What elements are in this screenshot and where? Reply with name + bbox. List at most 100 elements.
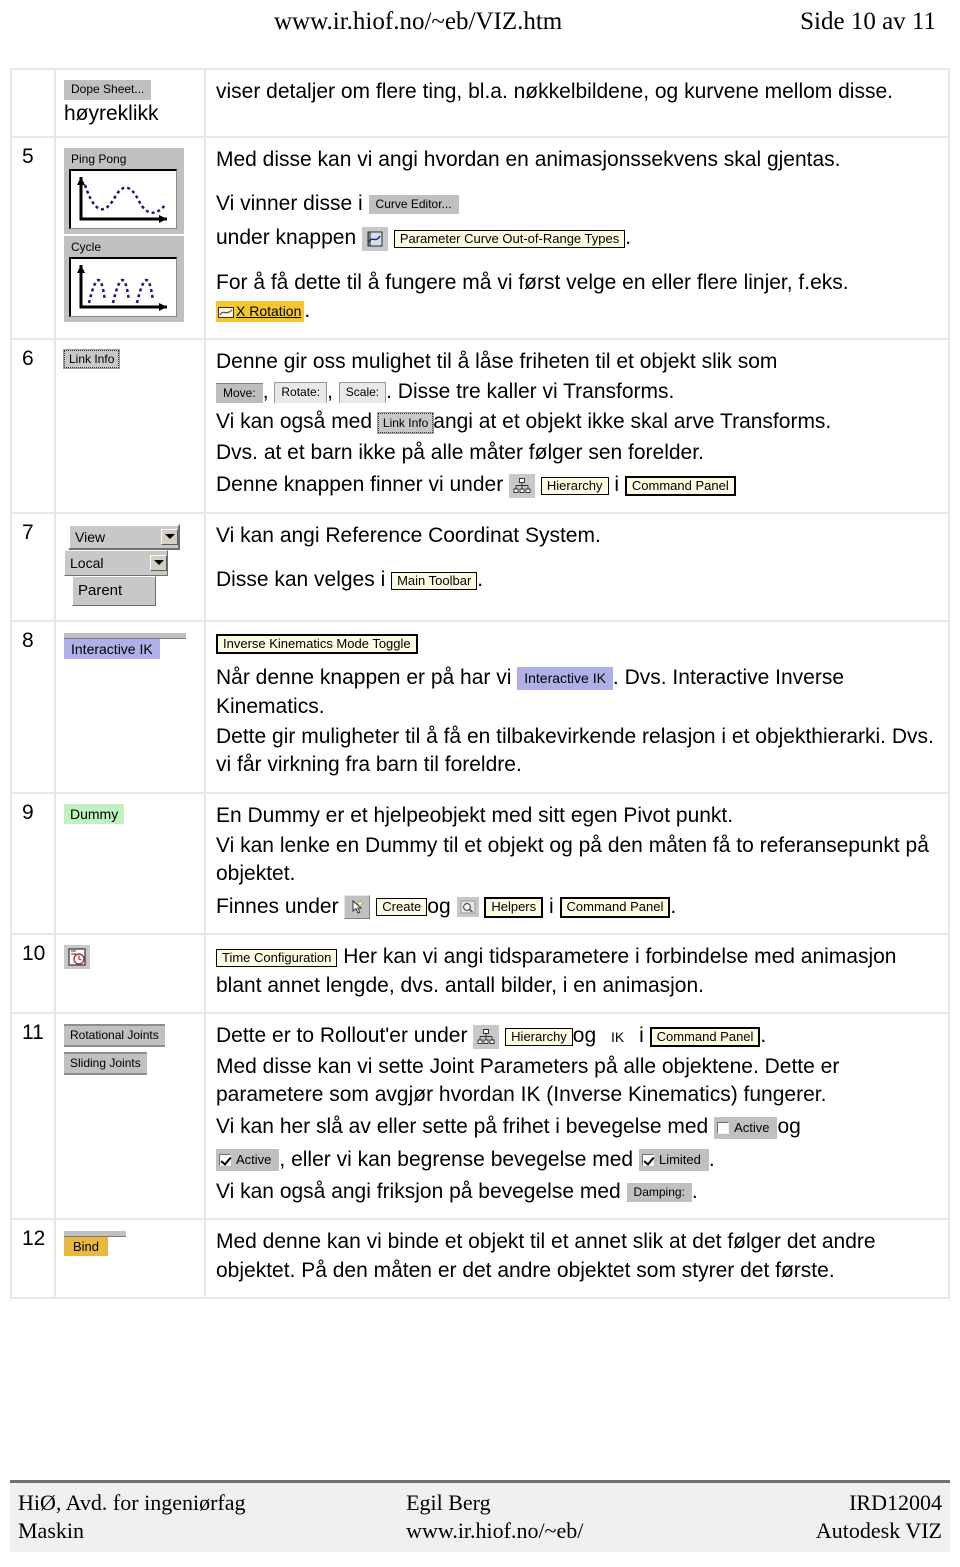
- chevron-down-icon[interactable]: [150, 554, 167, 571]
- curve-editor-button[interactable]: Curve Editor...: [368, 194, 459, 215]
- separator-i: i: [614, 473, 620, 497]
- table-row: 10 Time Configuration Her kan vi angi ti…: [12, 935, 948, 1015]
- ik-tab-wrap: IK: [602, 1022, 633, 1050]
- row-icon-cell: Bind: [56, 1220, 206, 1298]
- row-number: 5: [12, 137, 56, 338]
- dummy-button[interactable]: Dummy: [64, 803, 125, 824]
- x-rotation-track[interactable]: X Rotation: [216, 301, 305, 323]
- param-curve-trailing-period: .: [625, 226, 632, 250]
- curve-editor-lead-text: Vi vinner disse i: [216, 192, 363, 216]
- coordinate-system-dropdowns: View Local Parent: [64, 523, 194, 610]
- table-row: 9 Dummy En Dummy er et hjelpeobjekt med …: [12, 793, 948, 936]
- row-paragraph: Vi vinner disse i Curve Editor...: [216, 190, 936, 218]
- comma-2: ,: [327, 380, 333, 404]
- row-paragraph: Denne knappen finner vi under Hierarchy …: [216, 471, 936, 500]
- limited-checkbox-checked[interactable]: Limited: [638, 1149, 709, 1172]
- row-text-cell: Med disse kan vi angi hvordan en animasj…: [206, 138, 948, 338]
- row-number: 6: [12, 339, 56, 512]
- row-paragraph: Vi kan angi Reference Coordinat System.: [216, 523, 601, 547]
- limited-trailing-period: .: [708, 1147, 715, 1171]
- create-tab-icon[interactable]: [344, 895, 371, 920]
- row-text-cell: Vi kan angi Reference Coordinat System. …: [206, 514, 948, 620]
- command-panel-tooltip: Command Panel: [624, 475, 736, 497]
- row-number: 11: [12, 1014, 56, 1219]
- row-paragraph: Dette er to Rollout'er under Hierarchy o…: [216, 1022, 936, 1051]
- ik-tab-label[interactable]: IK: [602, 1028, 633, 1047]
- time-configuration-tooltip: Time Configuration: [216, 948, 338, 968]
- time-configuration-icon[interactable]: [64, 945, 90, 970]
- dope-sheet-button[interactable]: Dope Sheet...: [64, 80, 152, 100]
- row-icon-cell: Dope Sheet... høyreklikk: [56, 70, 206, 136]
- header-page-number: Side 10 av 11: [800, 8, 936, 35]
- row-number: 8: [12, 621, 56, 792]
- footer-line-1: HiØ, Avd. for ingeniørfag Egil Berg IRD1…: [18, 1489, 942, 1517]
- link-info-lead-text: Vi kan også med: [216, 410, 373, 434]
- hierarchy-icon[interactable]: [509, 473, 536, 498]
- main-toolbar-tooltip: Main Toolbar: [391, 571, 478, 591]
- og-connector-2: og: [572, 1024, 597, 1048]
- rotational-joints-rollout[interactable]: Rotational Joints: [64, 1024, 165, 1048]
- footer-url: www.ir.hiof.no/~eb/: [406, 1517, 584, 1543]
- damping-field-label[interactable]: Damping:: [626, 1182, 692, 1203]
- table-row: 11 Rotational Joints Sliding Joints Dett…: [12, 1014, 948, 1221]
- row-text-cell: Inverse Kinematics Mode Toggle Når denne…: [206, 622, 948, 792]
- helpers-icon[interactable]: [456, 897, 479, 918]
- separator-i: i: [639, 1024, 644, 1048]
- link-info-button[interactable]: Link Info: [62, 348, 121, 369]
- og-connector-1: og: [427, 894, 451, 918]
- table-row: 6 Link Info Denne gir oss mulighet til å…: [12, 339, 948, 514]
- x-rotation-trailing-period: .: [304, 299, 311, 323]
- bind-button[interactable]: Bind: [64, 1237, 109, 1257]
- ping-pong-label: Ping Pong: [71, 151, 127, 166]
- row-number: 9: [12, 793, 56, 934]
- parameter-curve-tooltip: Parameter Curve Out-of-Range Types: [393, 230, 626, 249]
- parameter-curve-icon[interactable]: [361, 226, 388, 251]
- cycle-widget[interactable]: Cycle: [64, 235, 184, 322]
- checkbox-box[interactable]: [641, 1154, 654, 1167]
- x-rotation-lead-text: For å få dette til å fungere må vi først…: [216, 271, 849, 295]
- param-curve-lead-text: under knappen: [216, 226, 357, 250]
- chevron-down-icon[interactable]: [161, 528, 178, 545]
- damping-trailing-period: .: [691, 1180, 698, 1204]
- hierarchy-icon[interactable]: [473, 1024, 500, 1049]
- create-trailing-period: .: [670, 894, 677, 918]
- row-icon-cell: Dummy: [56, 793, 206, 934]
- row-text-cell: viser detaljer om flere ting, bl.a. nøkk…: [206, 70, 948, 136]
- og-connector-3: og: [777, 1115, 801, 1139]
- ik-mode-toggle-tooltip: Inverse Kinematics Mode Toggle: [216, 634, 418, 655]
- hierarchy-tooltip: Hierarchy: [540, 476, 609, 496]
- link-info-button-inline[interactable]: Link Info: [376, 411, 435, 435]
- active-lead-text: Vi kan her slå av eller sette på frihet …: [216, 1115, 709, 1139]
- move-group-label[interactable]: Move:: [216, 382, 263, 403]
- active-checkbox-checked[interactable]: Active: [216, 1149, 280, 1172]
- row-paragraph: Time Configuration Her kan vi angi tidsp…: [216, 943, 936, 1000]
- main-toolbar-tooltip-wrap: Main Toolbar: [391, 566, 478, 594]
- dropdown-local-label: Local: [70, 554, 104, 571]
- limited-lead-text: , eller vi kan begrense bevegelse med: [279, 1147, 634, 1171]
- footer-institution: HiØ, Avd. for ingeniørfag: [18, 1490, 246, 1515]
- create-lead-text: Finnes under: [216, 894, 339, 918]
- row-paragraph: viser detaljer om flere ting, bl.a. nøkk…: [216, 80, 893, 103]
- toolbar-strip: [64, 1230, 126, 1238]
- interactive-ik-inline-button[interactable]: Interactive IK: [517, 667, 613, 691]
- active-checkbox-unchecked[interactable]: Active: [714, 1117, 778, 1139]
- row-paragraph: Move:, Rotate:, Scale:. Disse tre kaller…: [216, 378, 936, 406]
- row-number: [12, 70, 56, 136]
- scale-group-label[interactable]: Scale:: [338, 382, 387, 404]
- dropdown-view-label: View: [75, 528, 106, 545]
- rotate-group-label[interactable]: Rotate:: [274, 382, 328, 404]
- link-info-trail-text: angi at et objekt ikke skal arve Transfo…: [433, 410, 832, 434]
- checkbox-box[interactable]: [219, 1154, 231, 1167]
- row-paragraph: Vi kan her slå av eller sette på frihet …: [216, 1113, 936, 1141]
- create-tooltip: Create: [376, 898, 428, 917]
- dropdown-local[interactable]: Local: [64, 549, 168, 576]
- checkbox-box[interactable]: [717, 1121, 730, 1134]
- ping-pong-widget[interactable]: Ping Pong: [64, 147, 184, 234]
- row-paragraph: Med denne kan vi binde et objekt til et …: [216, 1230, 876, 1282]
- interactive-ik-button[interactable]: Interactive IK: [64, 638, 160, 659]
- row-paragraph: Når denne knappen er på har vi Interacti…: [216, 664, 936, 721]
- sliding-joints-rollout[interactable]: Sliding Joints: [64, 1052, 147, 1076]
- dropdown-parent[interactable]: Parent: [72, 575, 156, 606]
- cycle-label: Cycle: [71, 239, 102, 254]
- dropdown-view[interactable]: View: [68, 523, 180, 550]
